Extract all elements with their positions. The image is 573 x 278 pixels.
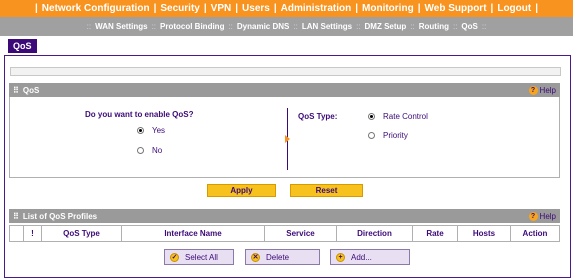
enable-qos-yes-label: Yes — [152, 126, 166, 135]
table-column-action: Action — [522, 229, 548, 238]
section-grip-icon: ⠿ — [13, 85, 19, 95]
nav-separator: | — [153, 3, 157, 14]
help-icon: ? — [528, 211, 538, 221]
subnav-separator: :: — [293, 22, 298, 31]
subnav-item-lan-settings[interactable]: LAN Settings — [302, 22, 352, 31]
subnav-separator: :: — [356, 22, 361, 31]
nav-separator: | — [203, 3, 207, 14]
profiles-help-label: Help — [539, 211, 556, 221]
add-icon: + — [336, 252, 345, 262]
nav-item-logout[interactable]: Logout — [497, 3, 531, 14]
table-column-status: ! — [24, 226, 42, 241]
apply-button[interactable]: Apply — [207, 184, 276, 197]
qos-section-header: ⠿ QoS ? Help — [9, 83, 560, 97]
nav-item-vpn[interactable]: VPN — [211, 3, 232, 14]
qos-type-rate-control-label: Rate Control — [383, 112, 428, 121]
qos-profiles-table: ! QoS Type Interface Name Service Direct… — [9, 225, 560, 242]
subnav-item-dmz-setup[interactable]: DMZ Setup — [365, 22, 407, 31]
table-column-service: Service — [265, 226, 337, 241]
sub-nav: :: WAN Settings :: Protocol Binding :: D… — [0, 17, 573, 36]
qos-help-link[interactable]: ? Help — [528, 85, 556, 95]
nav-separator: | — [273, 3, 277, 14]
nav-item-administration[interactable]: Administration — [281, 3, 352, 14]
subnav-item-protocol-binding[interactable]: Protocol Binding — [160, 22, 224, 31]
radio-unselected-icon — [368, 132, 375, 139]
radio-unselected-icon — [137, 147, 144, 154]
subnav-separator: :: — [452, 22, 458, 31]
table-column-interface-name: Interface Name — [122, 226, 265, 241]
enable-qos-no-label: No — [152, 146, 163, 155]
checkmark-icon: ✓ — [170, 252, 179, 262]
arrow-right-icon — [285, 135, 290, 143]
qos-type-label: QoS Type: — [298, 112, 338, 121]
subnav-item-dynamic-dns[interactable]: Dynamic DNS — [237, 22, 289, 31]
nav-separator: | — [355, 3, 359, 14]
subnav-separator: :: — [228, 22, 233, 31]
profiles-section-header: ⠿ List of QoS Profiles ? Help — [9, 209, 560, 223]
select-all-label: Select All — [185, 252, 218, 262]
add-label: Add... — [351, 252, 372, 262]
nav-separator: | — [417, 3, 421, 14]
subnav-separator: :: — [410, 22, 415, 31]
qos-type-rate-control-radio[interactable]: Rate Control — [368, 112, 428, 121]
nav-item-security[interactable]: Security — [160, 3, 199, 14]
table-column-rate: Rate — [413, 226, 458, 241]
nav-separator: | — [235, 3, 239, 14]
profiles-section-title: List of QoS Profiles — [22, 211, 98, 221]
enable-qos-yes-radio[interactable]: Yes — [137, 126, 165, 135]
qos-help-label: Help — [539, 85, 556, 95]
radio-selected-icon — [368, 113, 375, 120]
subnav-item-routing[interactable]: Routing — [419, 22, 449, 31]
enable-qos-no-radio[interactable]: No — [137, 146, 162, 155]
radio-selected-icon — [137, 127, 144, 134]
nav-item-users[interactable]: Users — [242, 3, 270, 14]
delete-button[interactable]: ✕ Delete — [245, 249, 320, 265]
nav-separator: | — [535, 3, 539, 14]
table-column-hosts: Hosts — [458, 226, 511, 241]
top-nav: | Network Configuration | Security | VPN… — [0, 0, 573, 17]
nav-item-network-configuration[interactable]: Network Configuration — [42, 3, 150, 14]
subnav-separator: :: — [481, 22, 487, 31]
nav-separator: | — [34, 3, 38, 14]
section-grip-icon: ⠿ — [13, 211, 19, 221]
subnav-separator: :: — [86, 22, 92, 31]
nav-item-web-support[interactable]: Web Support — [425, 3, 487, 14]
info-bar — [10, 67, 561, 76]
table-column-direction: Direction — [337, 226, 413, 241]
nav-item-monitoring[interactable]: Monitoring — [362, 3, 414, 14]
profiles-help-link[interactable]: ? Help — [528, 211, 556, 221]
select-all-button[interactable]: ✓ Select All — [164, 249, 234, 265]
add-button[interactable]: + Add... — [330, 249, 410, 265]
subnav-separator: :: — [151, 22, 157, 31]
qos-type-priority-radio[interactable]: Priority — [368, 131, 408, 140]
delete-label: Delete — [266, 252, 290, 262]
qos-section-title: QoS — [22, 85, 40, 95]
page-tab-qos: QoS — [8, 39, 37, 53]
enable-qos-question: Do you want to enable QoS? — [85, 110, 194, 119]
nav-separator: | — [490, 3, 494, 14]
reset-button[interactable]: Reset — [290, 184, 363, 197]
qos-type-priority-label: Priority — [383, 131, 408, 140]
subnav-item-wan-settings[interactable]: WAN Settings — [95, 22, 147, 31]
subnav-item-qos[interactable]: QoS — [461, 22, 477, 31]
help-icon: ? — [528, 85, 538, 95]
table-column-qos-type: QoS Type — [42, 226, 122, 241]
delete-x-icon: ✕ — [251, 252, 260, 262]
table-column-checkbox — [10, 226, 24, 241]
